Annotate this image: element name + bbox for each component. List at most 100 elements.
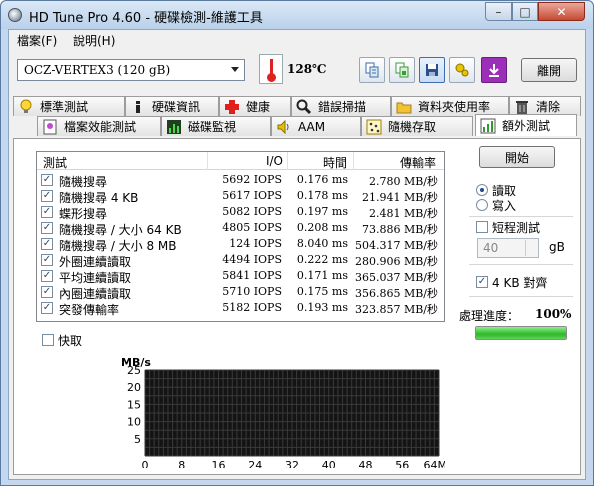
tab-aam[interactable]: AAM xyxy=(271,116,361,136)
tab-erase[interactable]: 清除 xyxy=(509,96,581,116)
tab-file-benchmark[interactable]: 檔案效能測試 xyxy=(37,116,161,136)
extra-tests-icon xyxy=(480,118,496,134)
options-button[interactable] xyxy=(449,57,475,83)
x-tick-label: 40 xyxy=(322,459,336,468)
app-icon[interactable] xyxy=(8,8,22,22)
align-4k-checkbox[interactable]: ✓ xyxy=(476,276,488,288)
row-time: 0.176 ms xyxy=(296,173,348,186)
row-checkbox[interactable]: ✓ xyxy=(41,190,53,202)
menu-bar: 檔案(F) 說明(H) xyxy=(9,30,585,50)
row-io: 5841 IOPS xyxy=(222,269,282,282)
table-row[interactable]: ✓ 突發傳輸率 5182 IOPS 0.193 ms 323.857 MB/秒 xyxy=(37,300,444,317)
thermometer-icon xyxy=(259,54,283,84)
x-tick-label: 64MB xyxy=(423,459,445,468)
y-tick-label: 10 xyxy=(127,416,141,429)
table-row[interactable]: ✓ 隨機搜尋 5692 IOPS 0.176 ms 2.780 MB/秒 xyxy=(37,172,444,189)
row-checkbox[interactable]: ✓ xyxy=(41,206,53,218)
row-checkbox[interactable]: ✓ xyxy=(41,238,53,250)
row-io: 5617 IOPS xyxy=(222,189,282,202)
download-icon xyxy=(489,64,499,77)
download-button[interactable] xyxy=(481,57,507,83)
toolbar: OCZ-VERTEX3 (120 gB) 128℃ 離開 xyxy=(9,50,585,90)
table-row[interactable]: ✓ 外圈連續讀取 4494 IOPS 0.222 ms 280.906 MB/秒 xyxy=(37,252,444,269)
tab-label: 健康 xyxy=(246,100,271,114)
row-checkbox[interactable]: ✓ xyxy=(41,286,53,298)
short-test-unit: gB xyxy=(549,240,565,254)
file-benchmark-icon xyxy=(42,119,58,135)
progress-bar xyxy=(475,326,567,340)
column-header-io[interactable]: I/O xyxy=(208,152,288,170)
column-header-rate[interactable]: 傳輸率 xyxy=(354,152,444,170)
health-cross-icon xyxy=(224,99,240,115)
copy-screenshot-button[interactable] xyxy=(389,57,415,83)
table-row[interactable]: ✓ 隨機搜尋 4 KB 5617 IOPS 0.178 ms 21.941 MB/秒 xyxy=(37,188,444,205)
tab-disk-monitor[interactable]: 磁碟監視 xyxy=(161,116,271,136)
minimize-button[interactable]: – xyxy=(485,2,512,21)
tab-extra-tests[interactable]: 額外測試 xyxy=(475,114,577,136)
column-header-time[interactable]: 時間 xyxy=(288,152,354,170)
save-button[interactable] xyxy=(419,57,445,83)
menu-file[interactable]: 檔案(F) xyxy=(17,32,57,49)
tab-folder-usage[interactable]: 資料夾使用率 xyxy=(391,96,509,116)
tab-benchmark[interactable]: 標準測試 xyxy=(13,96,125,116)
tab-error-scan[interactable]: 錯誤掃描 xyxy=(291,96,391,116)
tab-label: 額外測試 xyxy=(502,119,551,133)
tests-list[interactable]: 測試 I/O 時間 傳輸率 ✓ 隨機搜尋 5692 IOPS 0.176 ms 2.78… xyxy=(36,151,445,322)
table-row[interactable]: ✓ 隨機搜尋 / 大小 8 MB 124 IOPS 8.040 ms 504.317 M… xyxy=(37,236,444,253)
row-rate: 73.886 MB/秒 xyxy=(361,223,438,236)
row-rate: 365.037 MB/秒 xyxy=(354,271,438,284)
row-io: 124 IOPS xyxy=(229,237,282,250)
row-io: 4494 IOPS xyxy=(222,253,282,266)
short-test-checkbox[interactable] xyxy=(476,221,488,233)
row-time: 0.175 ms xyxy=(296,285,348,298)
x-tick-label: 8 xyxy=(178,459,185,468)
row-checkbox[interactable]: ✓ xyxy=(41,174,53,186)
menu-help[interactable]: 說明(H) xyxy=(73,32,115,49)
exit-button[interactable]: 離開 xyxy=(521,58,577,82)
transfer-rate-chart: MB/s2520151050816243240485664MB xyxy=(121,356,445,468)
spin-up-icon[interactable] xyxy=(525,240,537,248)
align-4k-label: 4 KB 對齊 xyxy=(492,276,548,290)
write-radio-dot[interactable] xyxy=(476,199,488,211)
drive-select[interactable]: OCZ-VERTEX3 (120 gB) xyxy=(17,59,245,81)
table-row[interactable]: ✓ 蝶形搜尋 5082 IOPS 0.197 ms 2.481 MB/秒 xyxy=(37,204,444,221)
copy-text-button[interactable] xyxy=(359,57,385,83)
row-checkbox[interactable]: ✓ xyxy=(41,270,53,282)
row-rate: 356.865 MB/秒 xyxy=(354,287,438,300)
progress-label: 處理進度： xyxy=(459,309,520,323)
spin-down-icon[interactable] xyxy=(525,248,537,256)
table-row[interactable]: ✓ 平均連續讀取 5841 IOPS 0.171 ms 365.037 MB/秒 xyxy=(37,268,444,285)
write-label: 寫入 xyxy=(492,199,517,213)
row-checkbox[interactable]: ✓ xyxy=(41,254,53,266)
tab-label: 隨機存取 xyxy=(388,120,437,134)
row-rate: 21.941 MB/秒 xyxy=(361,191,438,204)
table-row[interactable]: ✓ 內圈連續讀取 5710 IOPS 0.175 ms 356.865 MB/秒 xyxy=(37,284,444,301)
progress-bar-fill xyxy=(476,327,566,339)
row-rate: 280.906 MB/秒 xyxy=(354,255,438,268)
tab-info[interactable]: 硬碟資訊 xyxy=(125,96,219,116)
tab-random-access[interactable]: 隨機存取 xyxy=(361,116,473,136)
maximize-button[interactable]: □ xyxy=(512,2,538,21)
read-radio-dot[interactable] xyxy=(476,184,488,196)
row-checkbox[interactable]: ✓ xyxy=(41,302,53,314)
tab-label: 錯誤掃描 xyxy=(318,100,367,114)
client-area: 檔案(F) 說明(H) OCZ-VERTEX3 (120 gB) 128℃ 離開… xyxy=(8,29,586,480)
temperature-value: 128℃ xyxy=(287,62,327,76)
table-row[interactable]: ✓ 隨機搜尋 / 大小 64 KB 4805 IOPS 0.208 ms 73.886 … xyxy=(37,220,444,237)
cache-checkbox[interactable] xyxy=(42,334,54,346)
short-test-size-input[interactable]: 40 xyxy=(477,238,539,258)
copy-screenshot-icon xyxy=(395,62,409,78)
row-time: 8.040 ms xyxy=(296,237,348,250)
start-button[interactable]: 開始 xyxy=(479,146,555,168)
row-checkbox[interactable]: ✓ xyxy=(41,222,53,234)
column-header-test[interactable]: 測試 xyxy=(37,152,208,170)
tab-health[interactable]: 健康 xyxy=(219,96,291,116)
y-tick-label: 5 xyxy=(134,433,141,446)
row-rate: 323.857 MB/秒 xyxy=(354,303,438,316)
title-bar[interactable]: HD Tune Pro 4.60 - 硬碟檢測-維護工具 – □ ✕ xyxy=(1,1,593,29)
row-rate: 2.780 MB/秒 xyxy=(368,175,438,188)
close-button[interactable]: ✕ xyxy=(538,2,585,21)
row-time: 0.193 ms xyxy=(296,301,348,314)
tab-label: 磁碟監視 xyxy=(188,120,237,134)
x-tick-label: 24 xyxy=(248,459,262,468)
